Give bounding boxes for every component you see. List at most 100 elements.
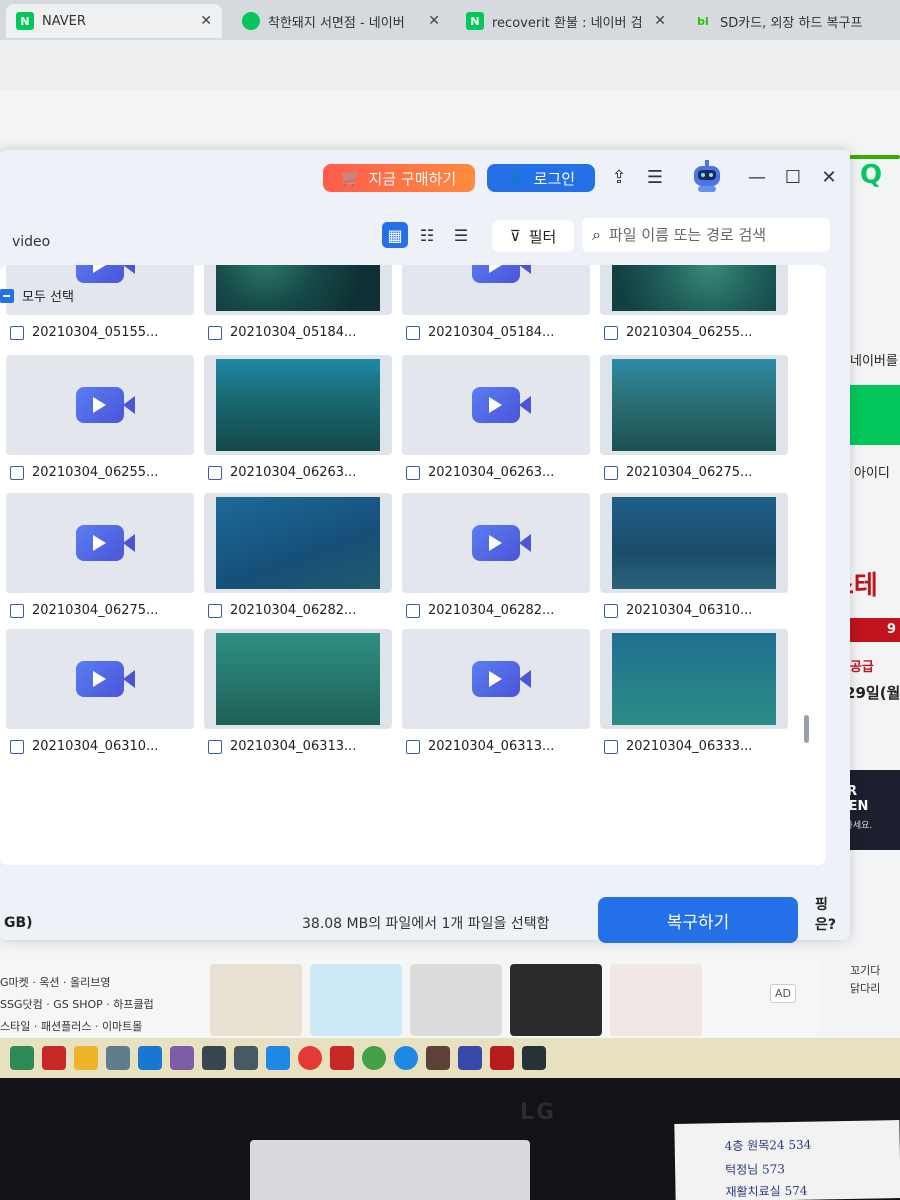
file-card[interactable]: 20210304_06313... xyxy=(204,629,392,761)
chrome-icon[interactable] xyxy=(298,1046,322,1070)
calculator-icon[interactable] xyxy=(106,1046,130,1070)
close-icon[interactable]: ✕ xyxy=(428,13,440,29)
file-card[interactable]: 20210304_06282... xyxy=(204,493,392,625)
close-icon[interactable]: ✕ xyxy=(654,13,666,29)
app-icon[interactable] xyxy=(234,1046,258,1070)
file-checkbox[interactable] xyxy=(208,465,222,480)
paint-icon[interactable] xyxy=(170,1046,194,1070)
recoverit-icon[interactable] xyxy=(522,1046,546,1070)
search-input[interactable] xyxy=(608,226,819,244)
video-thumbnail[interactable] xyxy=(6,493,194,593)
shopping-link-row[interactable]: SSG닷컴 · GS SHOP · 하프클럽 xyxy=(0,994,200,1016)
product-thumbnail[interactable] xyxy=(310,964,402,1036)
list-view-icon[interactable]: ☰ xyxy=(448,222,474,248)
calendar-icon[interactable] xyxy=(266,1046,290,1070)
bike-icon[interactable] xyxy=(426,1046,450,1070)
video-thumbnail[interactable] xyxy=(402,493,590,593)
file-card[interactable]: 20210304_06275... xyxy=(600,355,788,487)
file-checkbox[interactable] xyxy=(10,603,24,618)
close-window-icon[interactable]: ✕ xyxy=(816,164,842,190)
recover-button[interactable]: 복구하기 xyxy=(598,897,798,943)
app-icon[interactable] xyxy=(330,1046,354,1070)
video-thumbnail[interactable] xyxy=(6,629,194,729)
file-card[interactable]: 20210304_06263... xyxy=(402,355,590,487)
file-card[interactable]: 20210304_06313... xyxy=(402,629,590,761)
breadcrumb[interactable]: video xyxy=(12,234,50,250)
maximize-icon[interactable]: ☐ xyxy=(780,164,806,190)
assistant-robot-icon[interactable] xyxy=(688,158,726,194)
file-checkbox[interactable] xyxy=(604,465,618,480)
folder-icon[interactable] xyxy=(74,1046,98,1070)
video-thumbnail[interactable] xyxy=(6,355,194,455)
select-all[interactable]: 모두 선택 xyxy=(0,286,74,305)
file-checkbox[interactable] xyxy=(208,325,222,340)
file-card[interactable]: 20210304_06310... xyxy=(6,629,194,761)
close-icon[interactable]: ✕ xyxy=(200,13,212,29)
video-thumbnail[interactable] xyxy=(402,265,590,315)
app-icon[interactable] xyxy=(490,1046,514,1070)
file-card[interactable]: 20210304_06255... xyxy=(600,265,788,347)
buy-now-button[interactable]: 🛒 지금 구매하기 xyxy=(323,164,475,192)
product-thumbnail[interactable] xyxy=(210,964,302,1036)
detail-view-icon[interactable]: ☷ xyxy=(414,222,440,248)
file-checkbox[interactable] xyxy=(406,603,420,618)
file-checkbox[interactable] xyxy=(406,465,420,480)
file-checkbox[interactable] xyxy=(10,325,24,340)
menu-list-icon[interactable]: ☰ xyxy=(642,164,668,190)
file-checkbox[interactable] xyxy=(406,325,420,340)
file-checkbox[interactable] xyxy=(406,739,420,754)
file-card[interactable]: 20210304_06282... xyxy=(402,493,590,625)
login-button[interactable]: 👤 로그인 xyxy=(487,164,595,192)
product-thumbnail[interactable] xyxy=(410,964,502,1036)
photo-thumbnail[interactable] xyxy=(204,265,392,315)
product-thumbnail[interactable] xyxy=(610,964,702,1036)
minimize-icon[interactable]: — xyxy=(744,164,770,190)
globe-icon[interactable] xyxy=(138,1046,162,1070)
video-thumbnail[interactable] xyxy=(402,355,590,455)
file-card[interactable]: 20210304_06333... xyxy=(600,629,788,761)
file-card[interactable]: 20210304_06275... xyxy=(6,493,194,625)
tab-restaurant[interactable]: 착한돼지 서면점 - 네이버 ✕ xyxy=(232,4,450,38)
user-icon[interactable] xyxy=(458,1046,482,1070)
tab-recoverit-search[interactable]: N recoverit 환불 : 네이버 검 ✕ xyxy=(456,4,676,38)
file-checkbox[interactable] xyxy=(604,603,618,618)
share-icon[interactable]: ⇪ xyxy=(606,164,632,190)
tab-blog[interactable]: bl SD카드, 외장 하드 복구프 xyxy=(684,4,900,38)
chrome-icon[interactable] xyxy=(362,1046,386,1070)
photo-thumbnail[interactable] xyxy=(600,355,788,455)
file-card[interactable]: 20210304_06255... xyxy=(6,355,194,487)
file-checkbox[interactable] xyxy=(604,325,618,340)
file-card[interactable]: 20210304_05184... xyxy=(402,265,590,347)
product-thumbnail[interactable] xyxy=(510,964,602,1036)
file-card[interactable]: 20210304_05184... xyxy=(204,265,392,347)
photo-thumbnail[interactable] xyxy=(600,265,788,315)
photo-thumbnail[interactable] xyxy=(204,355,392,455)
app-icon[interactable] xyxy=(42,1046,66,1070)
filter-button[interactable]: ⊽ 필터 xyxy=(492,220,574,252)
notepad-icon[interactable] xyxy=(10,1046,34,1070)
photo-thumbnail[interactable] xyxy=(204,629,392,729)
file-checkbox[interactable] xyxy=(208,739,222,754)
select-all-checkbox[interactable] xyxy=(0,288,14,303)
shopping-link-row[interactable]: 스타일 · 패션플러스 · 이마트몰 xyxy=(0,1016,200,1038)
photo-thumbnail[interactable] xyxy=(600,493,788,593)
tab-naver[interactable]: N NAVER ✕ xyxy=(6,4,222,38)
file-card[interactable]: 20210304_06263... xyxy=(204,355,392,487)
photo-thumbnail[interactable] xyxy=(204,493,392,593)
photo-thumbnail[interactable] xyxy=(600,629,788,729)
search-field[interactable]: ⌕ xyxy=(582,218,830,252)
file-card[interactable]: 20210304_05155... xyxy=(6,265,194,347)
scrollbar-thumb[interactable] xyxy=(804,715,809,743)
window-icon[interactable] xyxy=(202,1046,226,1070)
video-thumbnail[interactable] xyxy=(402,629,590,729)
file-checkbox[interactable] xyxy=(10,465,24,480)
grid-view-icon[interactable]: ▦ xyxy=(382,222,408,248)
file-checkbox[interactable] xyxy=(208,603,222,618)
file-card[interactable]: 20210304_06310... xyxy=(600,493,788,625)
file-checkbox[interactable] xyxy=(10,739,24,754)
file-checkbox[interactable] xyxy=(604,739,618,754)
id-link[interactable]: 아이디 xyxy=(854,462,890,481)
chrome-icon[interactable] xyxy=(394,1046,418,1070)
search-icon[interactable]: Q xyxy=(860,160,900,200)
shopping-link-row[interactable]: G마켓 · 옥션 · 올리브영 xyxy=(0,972,200,994)
